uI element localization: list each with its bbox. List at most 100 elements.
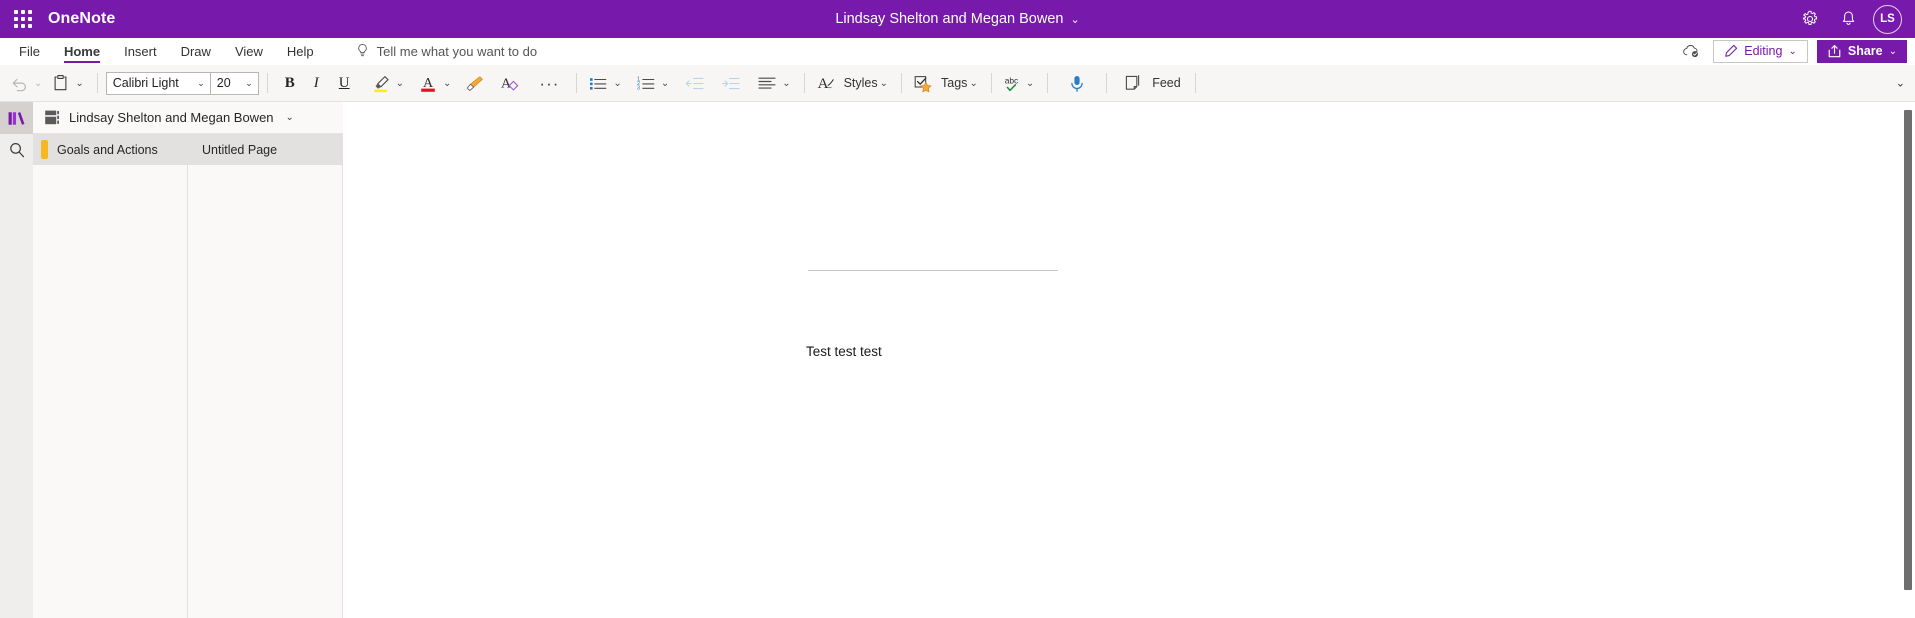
styles-button[interactable]: A Styles [813,68,877,98]
section-item-goals-and-actions[interactable]: Goals and Actions [33,134,187,165]
search-button[interactable] [0,134,33,166]
notebooks-button[interactable] [0,102,33,134]
numbered-list-button[interactable]: 1 2 3 [633,68,659,98]
share-label: Share [1847,44,1883,58]
menu-bar-actions: Editing ⌄ Share ⌄ [1678,38,1915,64]
dictate-button[interactable] [1056,68,1098,98]
notebooks-icon [8,111,25,125]
highlight-button[interactable] [368,68,394,98]
spelling-button[interactable]: abc [1000,68,1024,98]
font-name-select[interactable]: Calibri Light ⌄ [107,73,210,94]
divider [1194,73,1196,93]
tags-dropdown[interactable]: ⌄ [967,69,982,97]
align-dropdown[interactable]: ⌄ [780,69,795,97]
app-name[interactable]: OneNote [48,10,115,28]
font-color-button[interactable]: A [415,68,441,98]
sections-list: Goals and Actions [33,134,188,618]
tab-help[interactable]: Help [275,38,326,64]
share-icon [1828,45,1841,58]
undo-button[interactable] [6,68,32,98]
tab-view[interactable]: View [223,38,275,64]
align-button[interactable] [754,68,780,98]
page-title-input[interactable] [808,252,1058,270]
underline-icon: U [338,74,350,91]
divider [803,73,805,93]
pencil-icon [1725,44,1738,57]
align-text-icon [754,69,780,97]
paste-button[interactable] [47,68,73,98]
page-item-untitled-page[interactable]: Untitled Page [188,134,342,165]
lightbulb-icon [357,43,367,57]
format-painter-button[interactable] [462,68,488,98]
app-body: Lindsay Shelton and Megan Bowen ⌄ Goals … [0,102,1915,618]
font-size-select[interactable]: 20 ⌄ [209,72,258,94]
title-bar-actions: LS [1791,0,1915,38]
tab-insert[interactable]: Insert [112,38,169,64]
left-rail [0,102,33,618]
font-color-icon: A [415,69,441,97]
vertical-scrollbar[interactable] [1901,102,1915,618]
font-color-dropdown[interactable]: ⌄ [441,69,456,97]
tab-draw[interactable]: Draw [169,38,223,64]
bulleted-list-button[interactable] [585,68,611,98]
underline-button[interactable]: U [329,68,360,98]
feed-button[interactable]: Feed [1115,68,1187,98]
chevron-down-icon: ⌄ [1888,45,1897,57]
divider [266,73,268,93]
svg-text:abc: abc [1005,75,1019,85]
page-body-text[interactable]: Test test test [806,344,882,359]
microphone-icon [1064,69,1090,97]
settings-button[interactable] [1791,0,1829,38]
scrollbar-thumb[interactable] [1904,110,1912,590]
ribbon-toolbar: ⌄ ⌄ Calibri Light ⌄ 20 ⌄ B I U ⌄ A ⌄ A ·… [0,65,1915,102]
highlighter-pen-icon [368,69,394,97]
divider [901,73,903,93]
italic-icon: I [313,74,319,91]
styles-pen-icon: A [813,69,839,97]
more-options-button[interactable]: ··· [530,68,568,98]
page-title-area[interactable] [808,252,1058,271]
format-painter-icon [462,69,488,97]
chevron-down-icon: ⌄ [1788,45,1797,57]
app-launcher-button[interactable] [0,0,46,38]
share-button[interactable]: Share ⌄ [1816,39,1907,63]
bold-button[interactable]: B [276,68,304,98]
decrease-indent-button[interactable] [682,68,708,98]
collapse-ribbon-button[interactable]: ⌄ [1896,77,1905,90]
spelling-dropdown[interactable]: ⌄ [1024,69,1039,97]
bulleted-list-dropdown[interactable]: ⌄ [611,69,626,97]
tab-file[interactable]: File [7,38,52,64]
notebook-header[interactable]: Lindsay Shelton and Megan Bowen ⌄ [33,102,343,134]
divider [1047,73,1049,93]
tags-button[interactable]: Tags [910,68,967,98]
tell-me-search[interactable]: Tell me what you want to do [356,38,537,64]
undo-arrow-icon [6,69,32,97]
cloud-saved-icon [1682,45,1698,58]
document-title[interactable]: Lindsay Shelton and Megan Bowen [835,11,1063,27]
undo-dropdown[interactable]: ⌄ [32,69,47,97]
font-size-value: 20 [216,76,231,90]
font-name-value: Calibri Light [112,76,179,90]
bell-icon [1842,11,1854,25]
font-controls: Calibri Light ⌄ 20 ⌄ [105,71,259,95]
divider [576,73,578,93]
document-title-area: Lindsay Shelton and Megan Bowen ⌄ [0,0,1915,38]
numbered-list-dropdown[interactable]: ⌄ [659,69,674,97]
menu-bar: File Home Insert Draw View Help Tell me … [0,38,1915,65]
divider [1106,73,1108,93]
cloud-saved-button[interactable] [1678,39,1704,63]
page-canvas[interactable]: Test test test [343,102,1915,618]
notifications-button[interactable] [1829,0,1867,38]
tab-home[interactable]: Home [52,38,112,64]
chevron-down-icon[interactable]: ⌄ [1070,13,1079,26]
editing-mode-button[interactable]: Editing ⌄ [1713,39,1808,63]
styles-dropdown[interactable]: ⌄ [878,69,893,97]
avatar[interactable]: LS [1873,4,1902,34]
increase-indent-button[interactable] [718,68,744,98]
paste-dropdown[interactable]: ⌄ [73,69,88,97]
title-divider [808,270,1058,271]
divider [990,73,992,93]
italic-button[interactable]: I [304,68,329,98]
highlight-dropdown[interactable]: ⌄ [394,69,409,97]
clear-formatting-button[interactable]: A [496,68,522,98]
